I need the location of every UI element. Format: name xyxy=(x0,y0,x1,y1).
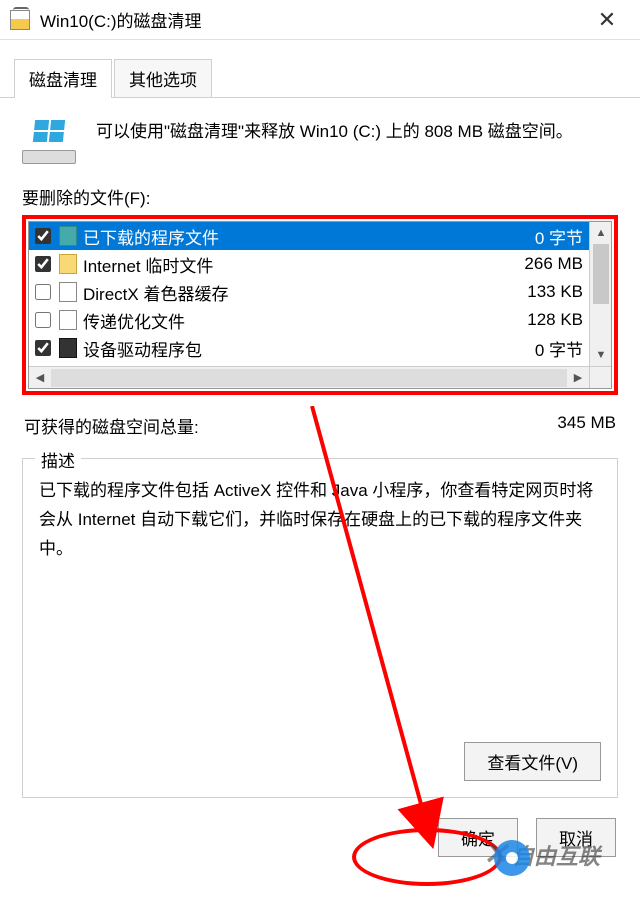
view-files-button[interactable]: 查看文件(V) xyxy=(464,742,601,781)
file-row[interactable]: DirectX 着色器缓存133 KB xyxy=(29,278,589,306)
scroll-right-icon[interactable]: ▶ xyxy=(567,367,589,389)
dark-icon xyxy=(59,338,77,358)
description-text: 已下载的程序文件包括 ActiveX 控件和 Java 小程序，你查看特定网页时… xyxy=(39,477,601,564)
files-to-delete-label: 要删除的文件(F): xyxy=(22,184,618,209)
file-icon xyxy=(59,310,77,330)
file-name: Internet 临时文件 xyxy=(83,252,503,277)
file-checkbox[interactable] xyxy=(35,312,51,328)
close-button[interactable]: ✕ xyxy=(584,0,630,40)
scroll-left-icon[interactable]: ◀ xyxy=(29,367,51,389)
file-name: 设备驱动程序包 xyxy=(83,336,503,361)
lock-icon xyxy=(59,254,77,274)
total-space-label: 可获得的磁盘空间总量: xyxy=(24,413,199,438)
file-size: 133 KB xyxy=(503,282,583,302)
scroll-down-icon[interactable]: ▼ xyxy=(590,344,612,366)
window-title: Win10(C:)的磁盘清理 xyxy=(40,7,584,32)
horizontal-scrollbar[interactable]: ◀ ▶ xyxy=(29,366,589,388)
file-size: 0 字节 xyxy=(503,336,583,361)
file-size: 266 MB xyxy=(503,254,583,274)
titlebar: Win10(C:)的磁盘清理 ✕ xyxy=(0,0,640,40)
file-row[interactable]: 设备驱动程序包0 字节 xyxy=(29,334,589,362)
drive-icon xyxy=(22,120,76,164)
intro-row: 可以使用"磁盘清理"来释放 Win10 (C:) 上的 808 MB 磁盘空间。 xyxy=(22,118,618,164)
file-row[interactable]: 传递优化文件128 KB xyxy=(29,306,589,334)
file-name: DirectX 着色器缓存 xyxy=(83,280,503,305)
total-space-row: 可获得的磁盘空间总量: 345 MB xyxy=(22,413,618,438)
description-legend: 描述 xyxy=(35,447,81,472)
vertical-scrollbar[interactable]: ▲ ▼ xyxy=(589,222,611,366)
watermark-dot-icon xyxy=(494,840,530,876)
file-icon xyxy=(59,282,77,302)
file-row[interactable]: 已下载的程序文件0 字节 xyxy=(29,222,589,250)
folder-icon xyxy=(59,226,77,246)
file-list[interactable]: 已下载的程序文件0 字节Internet 临时文件266 MBDirectX 着… xyxy=(28,221,612,389)
total-space-value: 345 MB xyxy=(557,413,616,438)
tab-bar: 磁盘清理 其他选项 xyxy=(0,40,640,98)
file-size: 128 KB xyxy=(503,310,583,330)
file-list-highlight: 已下载的程序文件0 字节Internet 临时文件266 MBDirectX 着… xyxy=(22,215,618,395)
description-group: 描述 已下载的程序文件包括 ActiveX 控件和 Java 小程序，你查看特定… xyxy=(22,458,618,798)
content-area: 可以使用"磁盘清理"来释放 Win10 (C:) 上的 808 MB 磁盘空间。… xyxy=(0,98,640,798)
tab-disk-cleanup[interactable]: 磁盘清理 xyxy=(14,59,112,98)
file-size: 0 字节 xyxy=(503,224,583,249)
intro-text: 可以使用"磁盘清理"来释放 Win10 (C:) 上的 808 MB 磁盘空间。 xyxy=(96,118,618,145)
scroll-thumb[interactable] xyxy=(593,244,609,304)
file-row[interactable]: Internet 临时文件266 MB xyxy=(29,250,589,278)
file-checkbox[interactable] xyxy=(35,256,51,272)
file-checkbox[interactable] xyxy=(35,228,51,244)
file-name: 传递优化文件 xyxy=(83,308,503,333)
tab-other-options[interactable]: 其他选项 xyxy=(114,59,212,98)
file-checkbox[interactable] xyxy=(35,284,51,300)
scroll-up-icon[interactable]: ▲ xyxy=(590,222,612,244)
file-name: 已下载的程序文件 xyxy=(83,224,503,249)
disk-cleanup-icon xyxy=(10,10,30,30)
file-checkbox[interactable] xyxy=(35,340,51,356)
